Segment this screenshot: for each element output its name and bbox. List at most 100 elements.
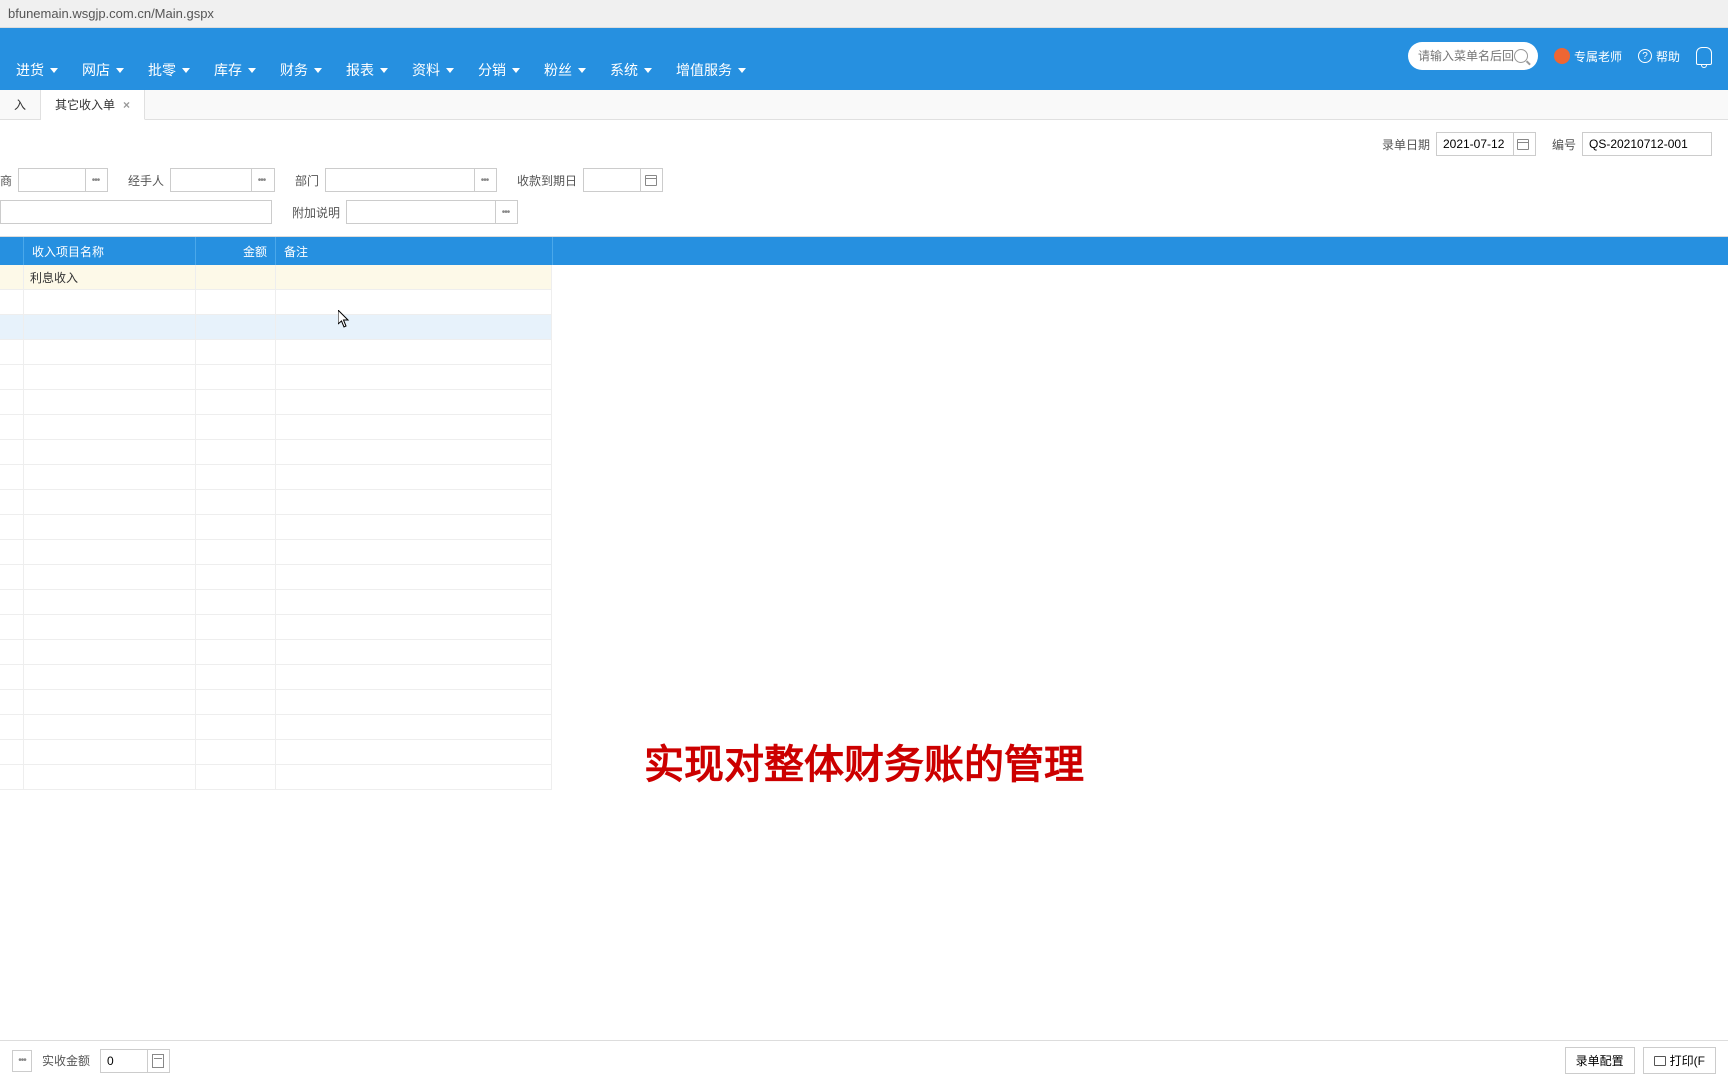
tab-other-income[interactable]: 其它收入单 ×	[41, 90, 145, 120]
close-icon[interactable]: ×	[123, 98, 130, 112]
table-row[interactable]	[0, 565, 552, 590]
teacher-label: 专属老师	[1574, 48, 1622, 65]
table-row[interactable]	[0, 715, 552, 740]
more-icon[interactable]: •••	[12, 1050, 32, 1072]
search-box[interactable]	[1408, 42, 1538, 70]
handler-field: 经手人 •••	[128, 168, 275, 192]
table-row[interactable]	[0, 440, 552, 465]
nav-label: 网店	[82, 60, 110, 80]
chevron-down-icon	[380, 68, 388, 73]
footer-bar: ••• 实收金额 录单配置 打印(F	[0, 1040, 1728, 1080]
table-row[interactable]	[0, 640, 552, 665]
table-row[interactable]: 利息收入	[0, 265, 552, 290]
lookup-icon[interactable]: •••	[495, 201, 515, 223]
table-row[interactable]	[0, 290, 552, 315]
lookup-icon[interactable]: •••	[85, 169, 105, 191]
lookup-icon[interactable]: •••	[251, 169, 271, 191]
doc-code-input[interactable]	[1582, 132, 1712, 156]
nav-item-system[interactable]: 系统	[610, 60, 652, 80]
supplier-input[interactable]: •••	[18, 168, 108, 192]
calculator-icon[interactable]	[147, 1050, 167, 1072]
doc-code-field: 编号	[1552, 132, 1712, 156]
th-index	[0, 237, 24, 265]
entry-date-label: 录单日期	[1382, 136, 1430, 153]
doc-code-value[interactable]	[1583, 133, 1708, 155]
search-input[interactable]	[1418, 49, 1514, 63]
table-row[interactable]	[0, 340, 552, 365]
table-header: 收入项目名称 金额 备注	[0, 237, 552, 265]
handler-value[interactable]	[171, 169, 251, 191]
footer-right: 录单配置 打印(F	[1565, 1047, 1716, 1074]
dept-field: 部门 •••	[295, 168, 497, 192]
table-row[interactable]	[0, 615, 552, 640]
blank-value[interactable]	[1, 201, 269, 223]
nav-item-reports[interactable]: 报表	[346, 60, 388, 80]
nav-label: 分销	[478, 60, 506, 80]
entry-date-value[interactable]	[1437, 133, 1513, 155]
tab-bar: 入 其它收入单 ×	[0, 90, 1728, 120]
nav-label: 粉丝	[544, 60, 572, 80]
nav-item-finance[interactable]: 财务	[280, 60, 322, 80]
blank-input[interactable]	[0, 200, 272, 224]
calendar-icon[interactable]	[640, 169, 660, 191]
handler-input[interactable]: •••	[170, 168, 275, 192]
table-row[interactable]	[0, 365, 552, 390]
chevron-down-icon	[644, 68, 652, 73]
dept-value[interactable]	[326, 169, 474, 191]
lookup-icon[interactable]: •••	[474, 169, 494, 191]
chevron-down-icon	[182, 68, 190, 73]
table-row[interactable]	[0, 415, 552, 440]
table-row[interactable]	[0, 315, 552, 340]
nav-item-data[interactable]: 资料	[412, 60, 454, 80]
dept-input[interactable]: •••	[325, 168, 497, 192]
calendar-icon[interactable]	[1513, 133, 1533, 155]
form-row-2: 附加说明 •••	[0, 196, 1728, 228]
print-button[interactable]: 打印(F	[1643, 1047, 1716, 1074]
nav-item-purchase[interactable]: 进货	[16, 60, 58, 80]
extra-input[interactable]: •••	[346, 200, 518, 224]
tab-prev[interactable]: 入	[0, 90, 41, 119]
entry-date-input[interactable]	[1436, 132, 1536, 156]
table-row[interactable]	[0, 465, 552, 490]
table-row[interactable]	[0, 590, 552, 615]
received-input[interactable]	[100, 1049, 170, 1073]
nav-item-retail[interactable]: 批零	[148, 60, 190, 80]
due-date-input[interactable]	[583, 168, 663, 192]
cell-remark[interactable]	[276, 265, 552, 289]
table-row[interactable]	[0, 765, 552, 790]
btn-label: 录单配置	[1576, 1052, 1624, 1069]
teacher-link[interactable]: 专属老师	[1554, 48, 1622, 65]
table-row[interactable]	[0, 390, 552, 415]
tab-label: 入	[14, 96, 26, 113]
chevron-down-icon	[248, 68, 256, 73]
table-row[interactable]	[0, 690, 552, 715]
bell-icon[interactable]	[1696, 47, 1712, 65]
table-row[interactable]	[0, 740, 552, 765]
top-right: 专属老师 ? 帮助	[1408, 42, 1712, 70]
table-row[interactable]	[0, 665, 552, 690]
url-text: bfunemain.wsgjp.com.cn/Main.gspx	[8, 6, 214, 21]
chevron-down-icon	[314, 68, 322, 73]
table-row[interactable]	[0, 515, 552, 540]
table-row[interactable]	[0, 540, 552, 565]
nav-item-fans[interactable]: 粉丝	[544, 60, 586, 80]
due-date-value[interactable]	[584, 169, 640, 191]
nav-item-value-added[interactable]: 增值服务	[676, 60, 746, 80]
dept-label: 部门	[295, 172, 319, 189]
entry-config-button[interactable]: 录单配置	[1565, 1047, 1635, 1074]
form-row-1: 商 ••• 经手人 ••• 部门 ••• 收款到期日	[0, 164, 1728, 196]
extra-field: 附加说明 •••	[292, 200, 518, 224]
table-row[interactable]	[0, 490, 552, 515]
received-value[interactable]	[101, 1050, 147, 1072]
supplier-value[interactable]	[19, 169, 85, 191]
cell-item-name[interactable]: 利息收入	[24, 265, 196, 289]
nav-item-online-store[interactable]: 网店	[82, 60, 124, 80]
extra-value[interactable]	[347, 201, 495, 223]
search-icon[interactable]	[1514, 49, 1528, 63]
cell-amount[interactable]	[196, 265, 276, 289]
qq-icon	[1554, 48, 1570, 64]
nav-item-distribution[interactable]: 分销	[478, 60, 520, 80]
top-nav: 进货 网店 批零 库存 财务 报表 资料 分销 粉丝 系统 增值服务 专属老师 …	[0, 28, 1728, 90]
nav-item-inventory[interactable]: 库存	[214, 60, 256, 80]
help-link[interactable]: ? 帮助	[1638, 48, 1680, 65]
